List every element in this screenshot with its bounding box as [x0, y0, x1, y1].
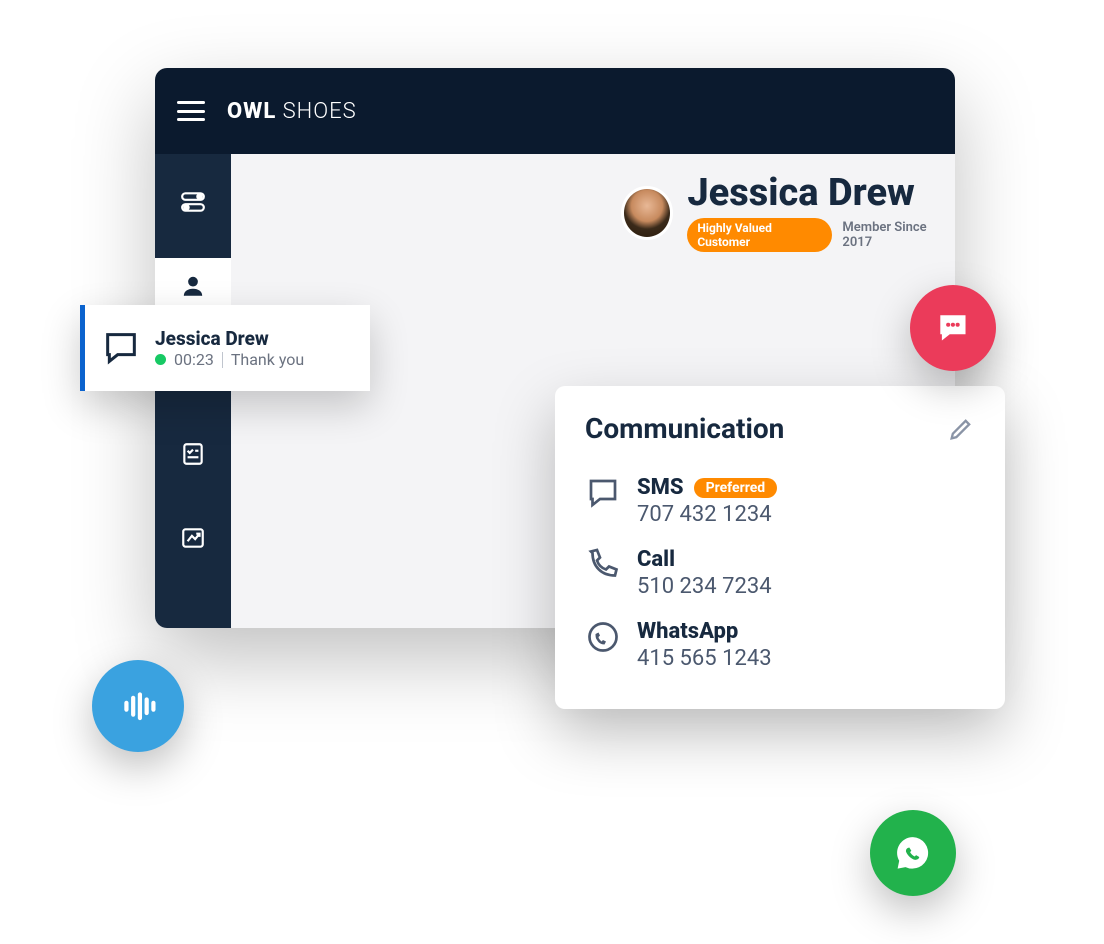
conversation-card[interactable]: Jessica Drew 00:23 Thank you [80, 305, 370, 391]
person-icon [180, 273, 206, 299]
member-since: Member Since 2017 [842, 220, 955, 250]
comm-value-whatsapp: 415 565 1243 [637, 646, 772, 671]
sms-icon [585, 475, 621, 511]
customer-name: Jessica Drew [687, 174, 955, 212]
top-bar: OWL SHOES [155, 68, 955, 154]
menu-icon[interactable] [177, 101, 205, 121]
chat-bubble-icon [101, 328, 141, 368]
comm-row-call[interactable]: Call 510 234 7234 [585, 537, 975, 609]
sidebar-item-checklist[interactable] [155, 426, 231, 482]
sidebar-item-chart[interactable] [155, 510, 231, 566]
customer-avatar [621, 186, 673, 240]
whatsapp-bubble-float[interactable] [870, 810, 956, 896]
communication-panel: Communication SMS Preferred 707 432 1234 [555, 386, 1005, 709]
edit-button[interactable] [947, 415, 975, 443]
brand-name: OWL SHOES [227, 99, 357, 124]
sidebar [155, 154, 231, 628]
conversation-preview: Thank you [231, 350, 304, 369]
whatsapp-icon [585, 619, 621, 655]
preferred-badge: Preferred [694, 478, 778, 498]
conversation-meta: 00:23 Thank you [155, 350, 304, 369]
voice-bubble-float[interactable] [92, 660, 184, 752]
toggles-icon [180, 189, 206, 215]
customer-header: Jessica Drew Highly Valued Customer Memb… [621, 174, 955, 252]
comm-row-sms[interactable]: SMS Preferred 707 432 1234 [585, 465, 975, 537]
conversation-name: Jessica Drew [155, 327, 304, 350]
customer-badge: Highly Valued Customer [687, 218, 832, 252]
checklist-icon [180, 441, 206, 467]
comm-label-sms: SMS [637, 475, 684, 500]
chat-bubble-float[interactable] [910, 285, 996, 371]
comm-value-call: 510 234 7234 [637, 574, 772, 599]
comm-label-whatsapp: WhatsApp [637, 619, 738, 644]
conversation-time: 00:23 [174, 350, 214, 369]
phone-icon [585, 547, 621, 583]
chart-icon [180, 525, 206, 551]
comm-value-sms: 707 432 1234 [637, 502, 777, 527]
status-dot [155, 354, 166, 365]
comm-label-call: Call [637, 547, 675, 572]
comm-row-whatsapp[interactable]: WhatsApp 415 565 1243 [585, 609, 975, 681]
sidebar-item-toggles[interactable] [155, 174, 231, 230]
communication-title: Communication [585, 412, 784, 445]
